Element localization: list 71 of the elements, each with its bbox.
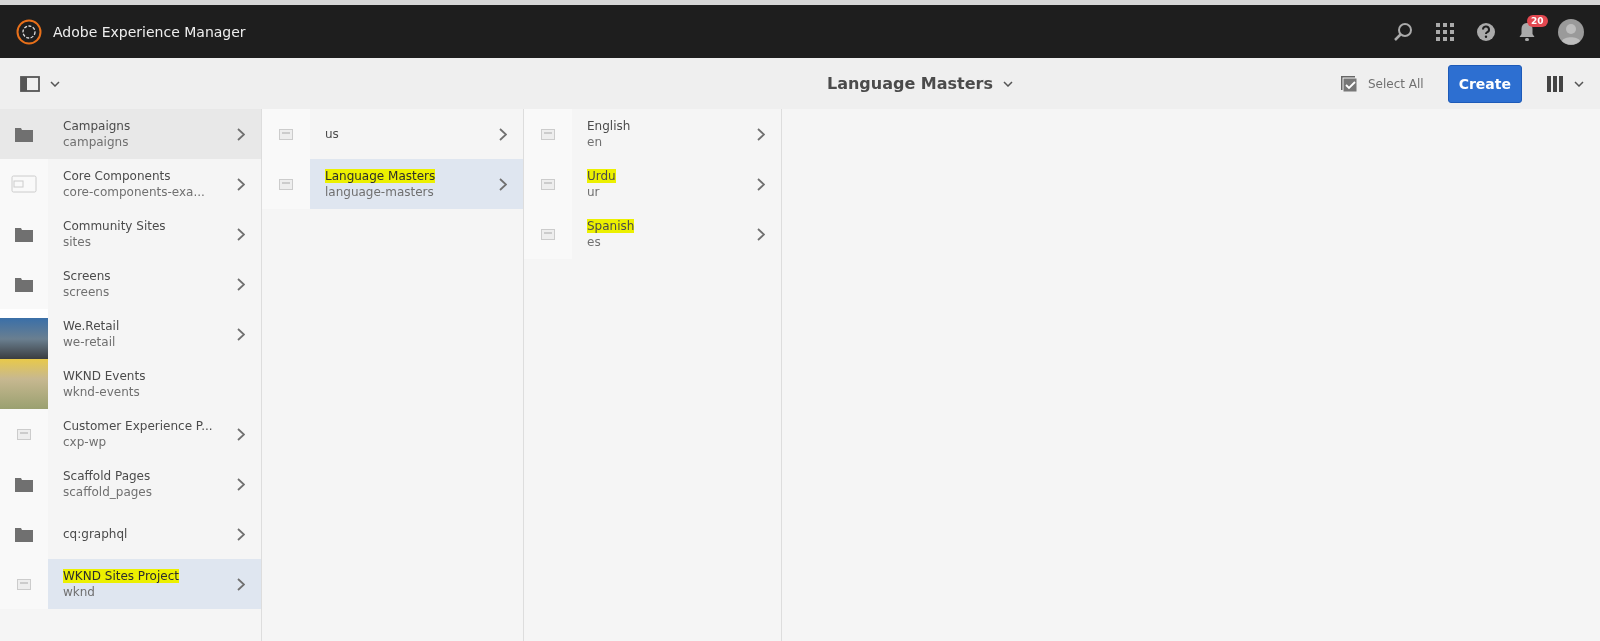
breadcrumb-title[interactable]: Language Masters [826, 74, 993, 93]
page-icon [279, 178, 293, 190]
search-icon[interactable] [1392, 20, 1414, 43]
item-title: Language Masters [325, 169, 436, 183]
select-all-button[interactable]: Select All [1339, 74, 1424, 93]
avatar-icon[interactable] [1558, 18, 1584, 45]
item-name: ur [587, 185, 601, 199]
item-title: English [587, 119, 631, 133]
column-item[interactable]: Customer Experience P... cxp-wp [0, 409, 261, 459]
app-title: Adobe Experience Manager [53, 23, 246, 40]
column-item[interactable]: us [262, 109, 523, 159]
column-item[interactable]: Spanish es [524, 209, 781, 259]
chevron-down-icon[interactable] [50, 80, 60, 87]
item-title: us [325, 127, 339, 141]
create-button[interactable]: Create [1447, 64, 1522, 103]
column-item[interactable]: English en [524, 109, 781, 159]
sidebar-toggle-icon[interactable] [20, 75, 40, 92]
item-title: cq:graphql [63, 527, 128, 541]
folder-icon [15, 276, 33, 292]
item-title: We.Retail [63, 319, 120, 333]
item-title: Screens [63, 269, 111, 283]
item-title: WKND Sites Project [63, 569, 179, 583]
item-title: Community Sites [63, 219, 166, 233]
item-name: wknd-events [63, 385, 141, 399]
column-item[interactable]: We.Retail we-retail [0, 309, 261, 359]
logo-icon[interactable] [16, 18, 42, 45]
apps-grid-icon[interactable] [1436, 22, 1454, 41]
column-item[interactable]: Community Sites sites [0, 209, 261, 259]
column-view-icon[interactable] [1546, 74, 1564, 93]
column-item[interactable]: WKND Events wknd-events [0, 359, 261, 409]
folder-icon [15, 526, 33, 542]
folder-icon [15, 476, 33, 492]
column-item[interactable]: Urdu ur [524, 159, 781, 209]
item-name: es [587, 235, 602, 249]
item-title: Spanish [587, 219, 635, 233]
item-title: Urdu [587, 169, 616, 183]
photo-placeholder [0, 359, 48, 409]
item-title: Core Components [63, 169, 171, 183]
page-icon [17, 428, 31, 440]
item-name: core-components-exa... [63, 185, 205, 199]
chevron-down-icon[interactable] [1574, 80, 1584, 87]
item-title: WKND Events [63, 369, 146, 383]
checkbox-stack-icon [1339, 74, 1358, 93]
folder-icon [15, 226, 33, 242]
column-item[interactable]: Scaffold Pages scaffold_pages [0, 459, 261, 509]
column-item[interactable]: cq:graphql [0, 509, 261, 559]
item-name: sites [63, 235, 92, 249]
item-name: language-masters [325, 185, 435, 199]
column-item[interactable]: Screens screens [0, 259, 261, 309]
component-icon [11, 175, 37, 193]
page-icon [279, 128, 293, 140]
page-icon [17, 578, 31, 590]
column-item[interactable]: Core Components core-components-exa... [0, 159, 261, 209]
notification-badge: 20 [1527, 14, 1548, 27]
item-name: screens [63, 285, 111, 299]
item-name: we-retail [63, 335, 117, 349]
page-icon [541, 228, 555, 240]
item-name: campaigns [63, 135, 130, 149]
help-icon[interactable] [1476, 21, 1496, 42]
item-title: Scaffold Pages [63, 469, 151, 483]
photo-placeholder [0, 309, 48, 359]
page-icon [541, 178, 555, 190]
item-name: en [587, 135, 603, 149]
item-name: cxp-wp [63, 435, 108, 449]
item-title: Campaigns [63, 119, 131, 133]
page-icon [541, 128, 555, 140]
item-name: scaffold_pages [63, 485, 152, 499]
chevron-down-icon[interactable] [1003, 80, 1013, 87]
item-name: wknd [63, 585, 96, 599]
folder-icon [15, 126, 33, 142]
item-title: Customer Experience P... [63, 419, 213, 433]
